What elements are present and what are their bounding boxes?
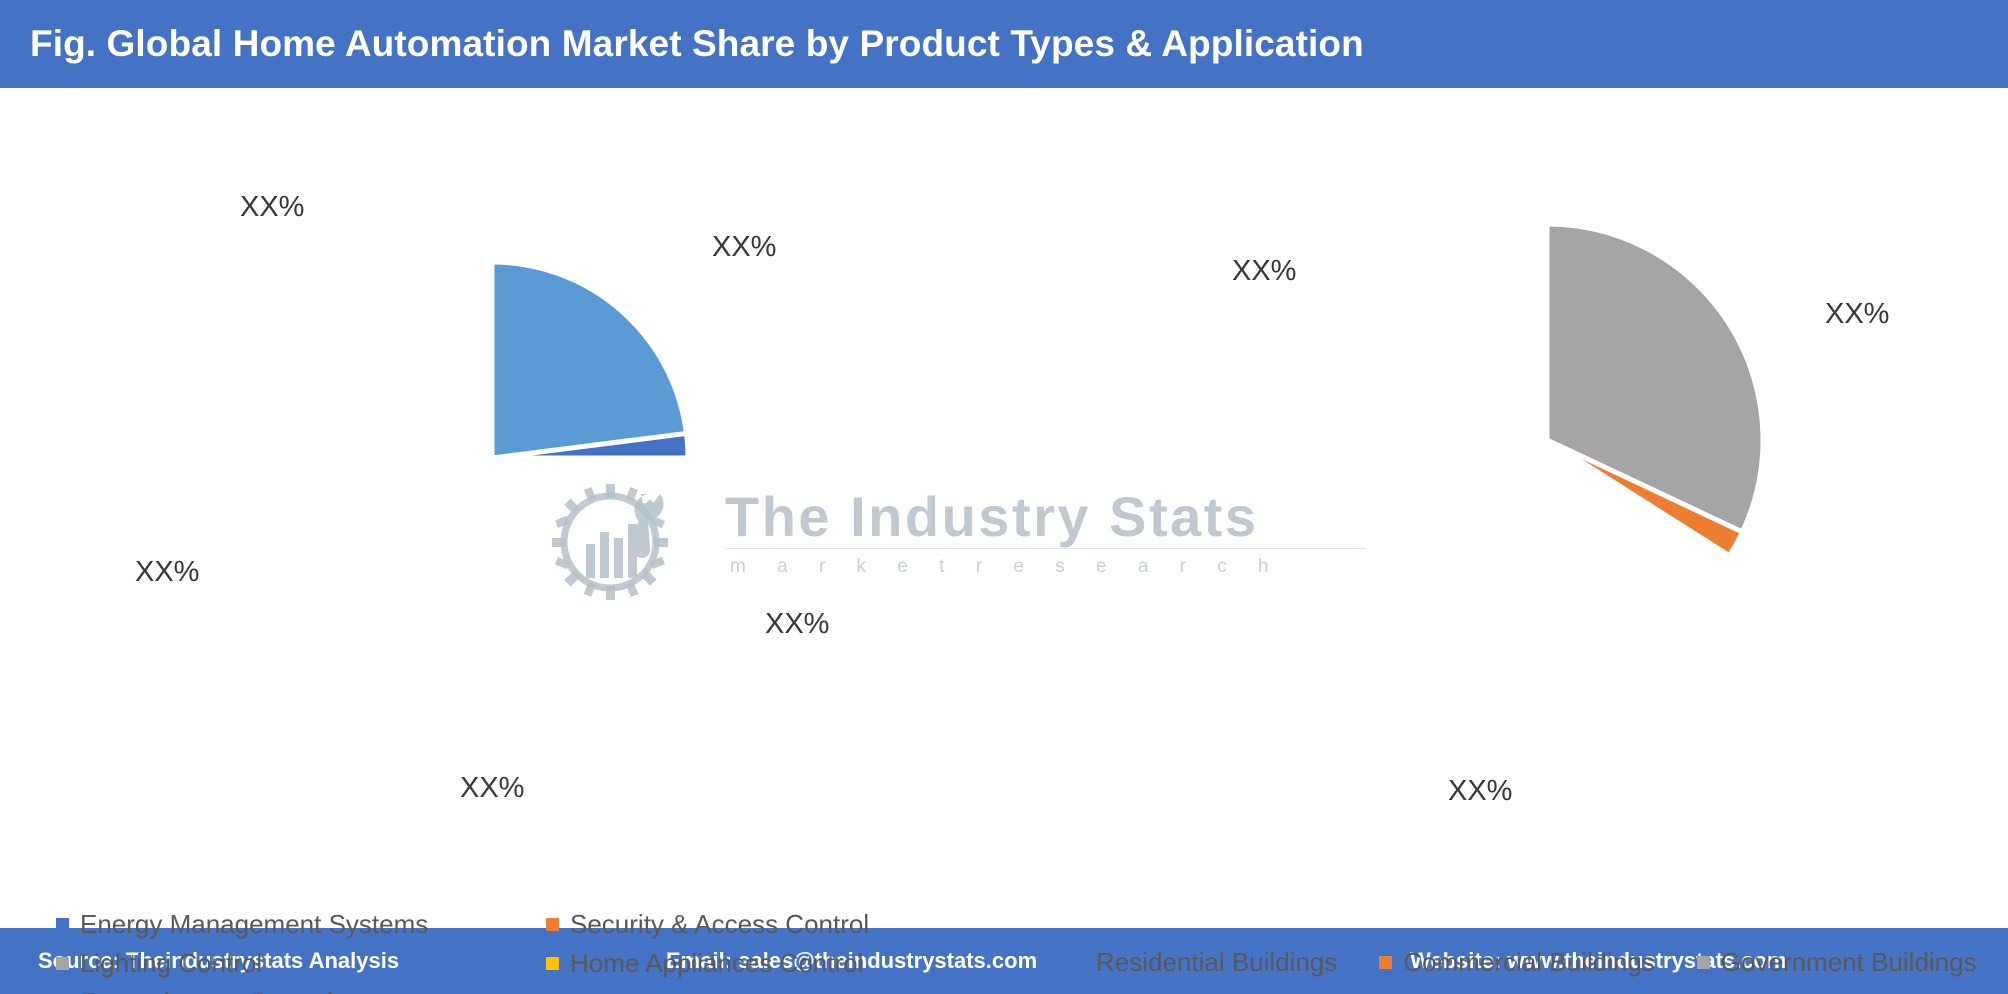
pie-slice[interactable] <box>489 259 689 461</box>
figure-header-bar: Fig. Global Home Automation Market Share… <box>0 0 2008 88</box>
legend-item-label: Commercial Buildings <box>1403 947 1655 977</box>
legend-item-label: Home Appliances Control <box>570 948 864 978</box>
pie-label-energy-management-systems: XX% <box>240 191 305 223</box>
pie-slice[interactable] <box>1544 221 1766 535</box>
legend-row: Energy Management Systems Security & Acc… <box>56 908 956 940</box>
pie-chart-product-types <box>489 259 691 461</box>
legend-product-types: Energy Management Systems Security & Acc… <box>56 908 956 994</box>
legend-item-label: Lighting Control <box>80 948 263 978</box>
legend-swatch-icon <box>56 917 69 931</box>
figure-root: Fig. Global Home Automation Market Share… <box>0 0 2008 994</box>
legend-item-commercial-buildings[interactable]: Commercial Buildings <box>1379 946 1655 978</box>
legend-item-security-access-control[interactable]: Security & Access Control <box>546 908 869 940</box>
charts-container: The Industry Stats m a r k e t r e s e a… <box>0 88 2008 994</box>
legend-item-label: Residential Buildings <box>1096 947 1338 977</box>
pie-label-government-buildings: XX% <box>1232 255 1297 287</box>
legend-row: Lighting Control Home Appliances Control <box>56 947 956 979</box>
legend-item-label: Government Buildings <box>1720 947 1977 977</box>
pie-chart-application <box>1544 221 1766 559</box>
legend-item-residential-buildings[interactable]: Residential Buildings <box>1072 946 1337 978</box>
legend-swatch-icon <box>546 956 559 970</box>
legend-row: Residential Buildings Commercial Buildin… <box>1072 946 1992 978</box>
legend-item-home-appliances-control[interactable]: Home Appliances Control <box>546 947 863 979</box>
page-title: Fig. Global Home Automation Market Share… <box>30 23 1364 64</box>
legend-item-energy-management-systems[interactable]: Energy Management Systems <box>56 908 546 940</box>
legend-swatch-icon <box>1379 955 1393 969</box>
watermark-brand: The Industry Stats <box>725 485 1259 548</box>
legend-swatch-icon <box>1072 955 1085 969</box>
pie-label-lighting-control: XX% <box>460 772 525 804</box>
legend-row: Entertainment Control <box>56 986 956 994</box>
legend-item-lighting-control[interactable]: Lighting Control <box>56 947 546 979</box>
pie-label-home-appliances-control: XX% <box>135 556 200 588</box>
legend-item-label: Energy Management Systems <box>80 909 429 939</box>
legend-swatch-icon <box>1696 955 1710 969</box>
legend-item-entertainment-control[interactable]: Entertainment Control <box>56 986 546 994</box>
pie-label-residential-buildings: XX% <box>1825 298 1890 330</box>
pie-label-commercial-buildings: XX% <box>1448 775 1513 807</box>
legend-swatch-icon <box>546 917 559 931</box>
legend-item-label: Security & Access Control <box>570 909 870 939</box>
legend-swatch-icon <box>56 956 69 970</box>
legend-item-government-buildings[interactable]: Government Buildings <box>1696 946 1977 978</box>
legend-application: Residential Buildings Commercial Buildin… <box>1072 946 1992 978</box>
pie-label-energy-slice: XX% <box>712 231 777 263</box>
legend-item-label: Entertainment Control <box>80 986 333 994</box>
watermark-tagline: m a r k e t r e s e a r c h <box>730 556 1282 577</box>
pie-label-security-access-control: XX% <box>765 608 830 640</box>
